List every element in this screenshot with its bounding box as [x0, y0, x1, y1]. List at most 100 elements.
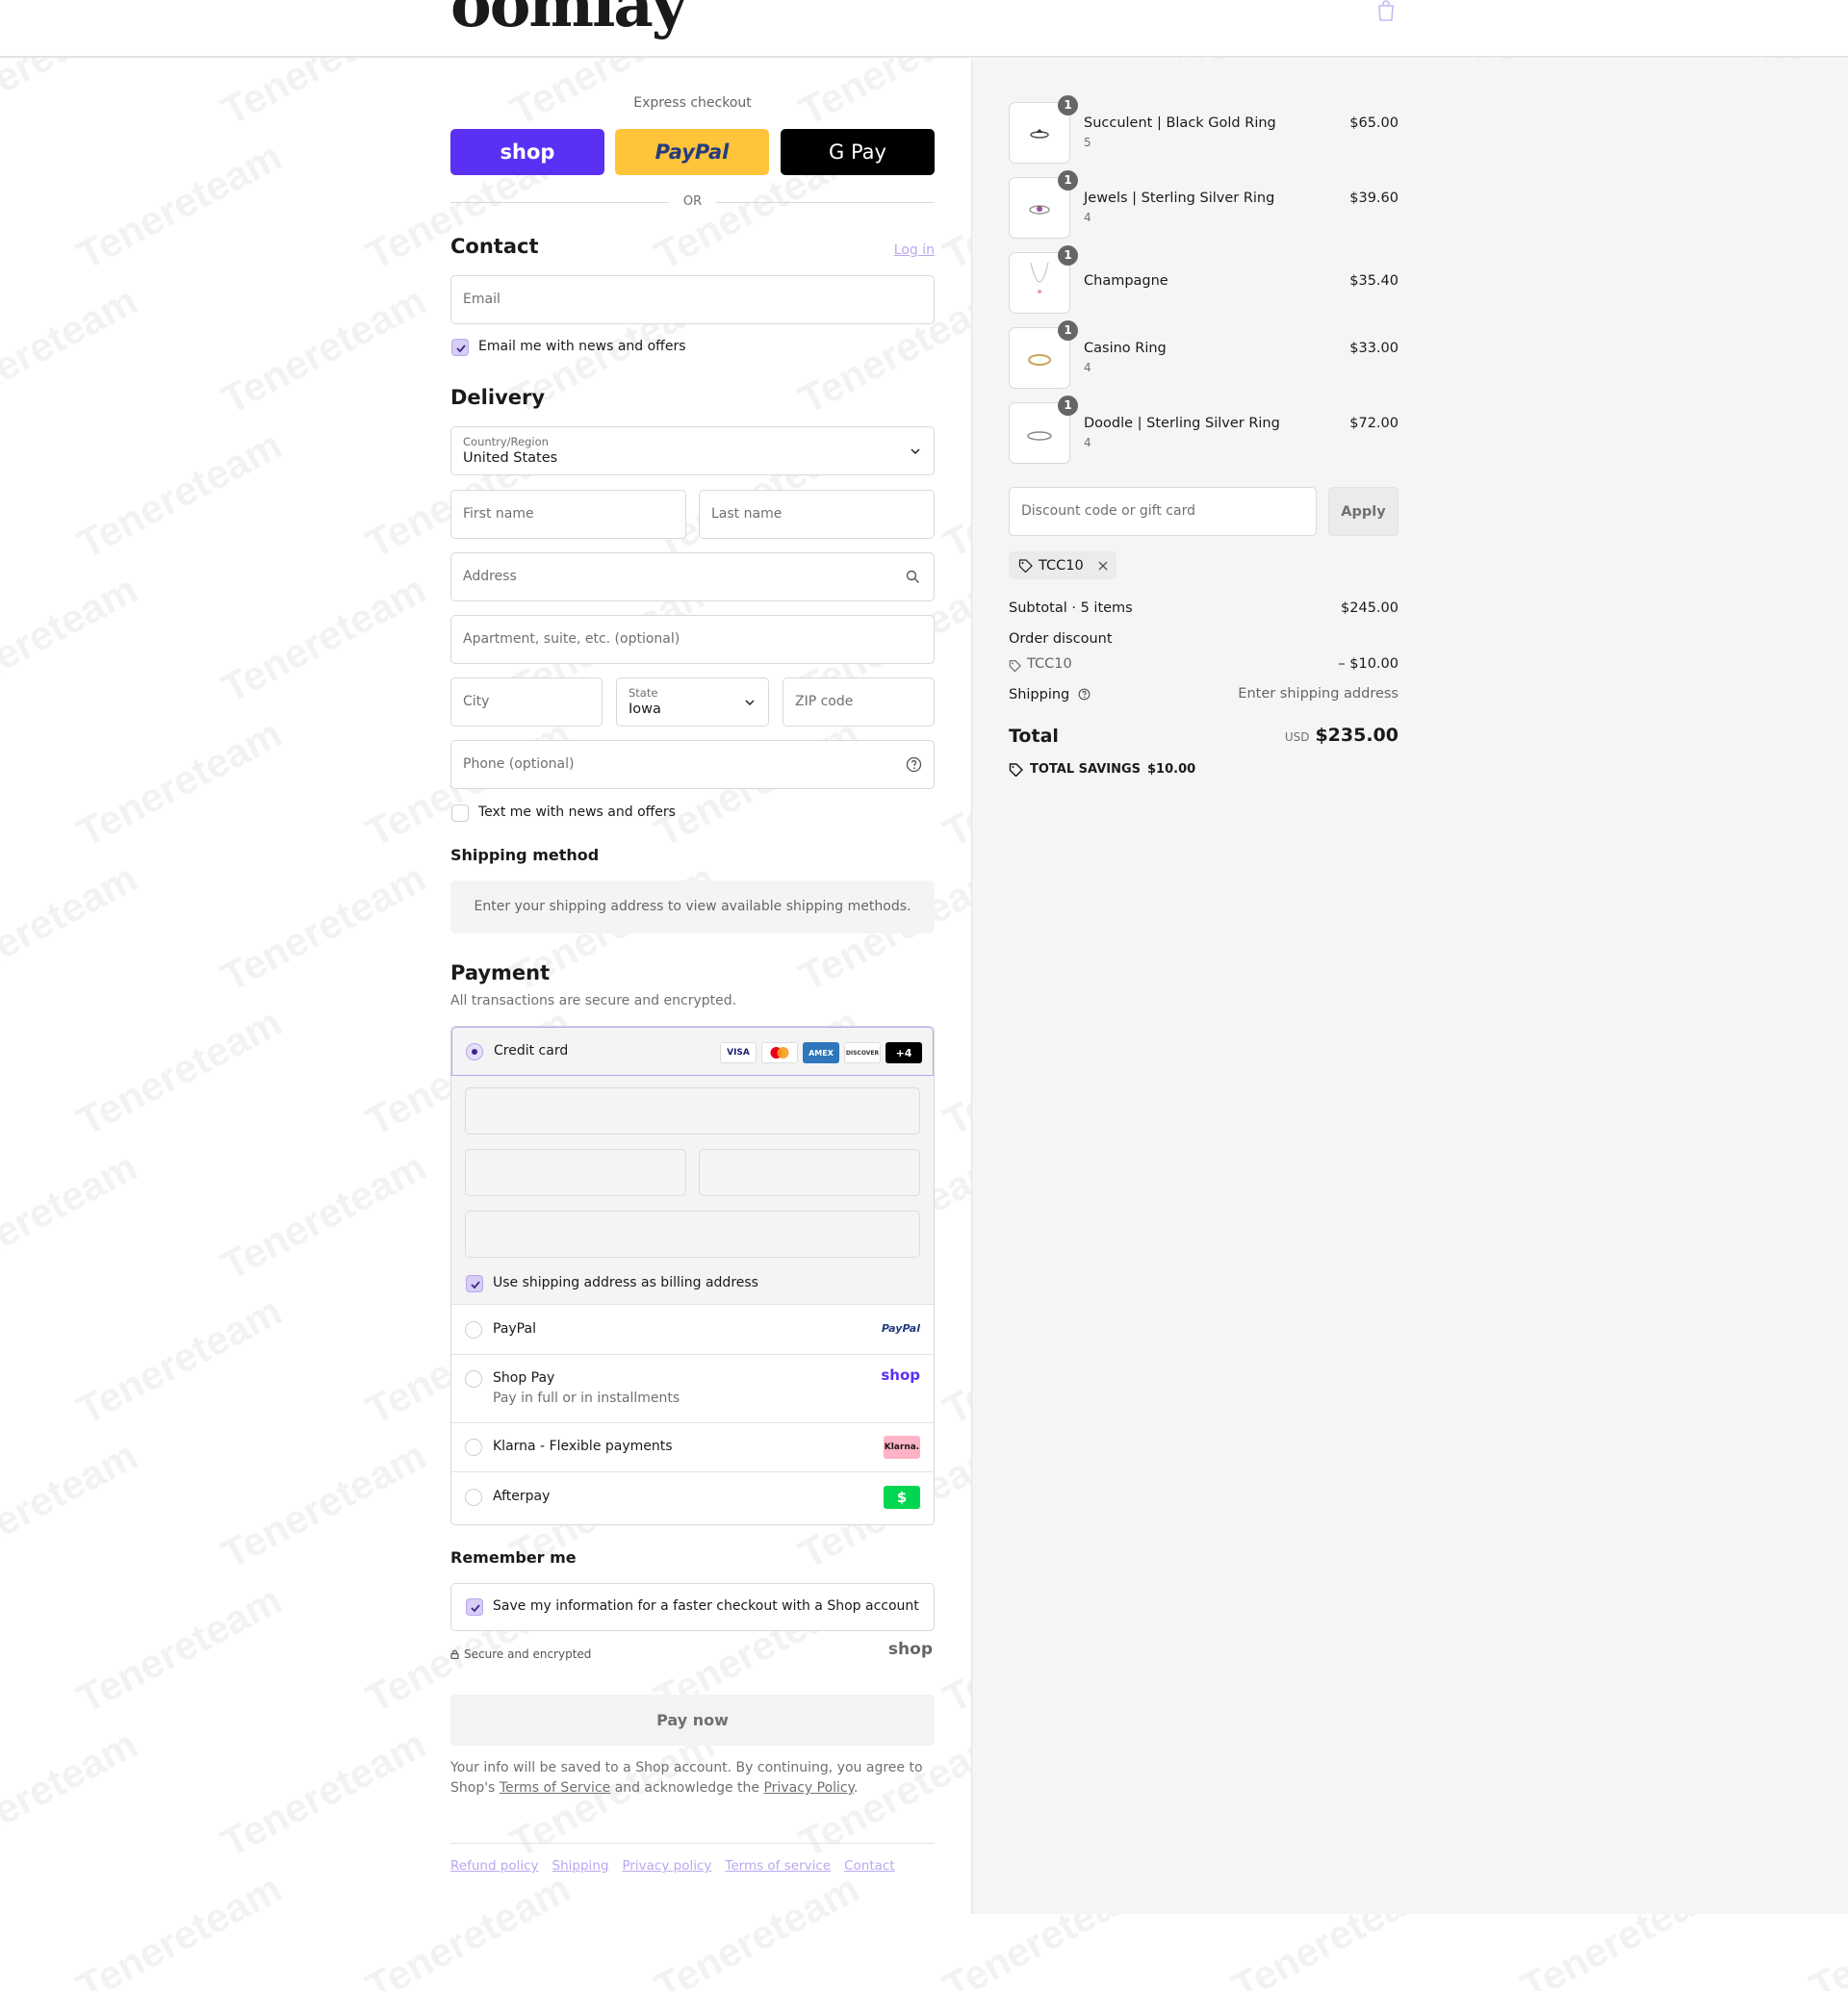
help-circle-icon[interactable] — [906, 756, 922, 773]
checkmark-icon — [456, 345, 466, 353]
express-checkout-title: Express checkout — [633, 95, 752, 111]
watermark-text: Tenereteam — [69, 1288, 289, 1433]
item-price: $72.00 — [1349, 416, 1399, 431]
save-info-label: Save my information for a faster checkou… — [493, 1598, 919, 1614]
watermark-text: Tenereteam — [214, 566, 433, 711]
apartment-field[interactable]: Apartment, suite, etc. (optional) — [450, 615, 935, 664]
help-circle-icon[interactable] — [1078, 688, 1091, 701]
terms-of-service-link[interactable]: Terms of Service — [500, 1780, 610, 1796]
more-cards-badge: +4 — [886, 1042, 922, 1063]
discount-placeholder: Discount code or gift card — [1021, 503, 1195, 519]
text-news-label: Text me with news and offers — [478, 804, 676, 820]
quantity-badge: 1 — [1058, 396, 1078, 416]
save-info-checkbox[interactable] — [466, 1598, 483, 1616]
first-name-field[interactable]: First name — [450, 490, 686, 539]
line-item: 1 Champagne $35.40 — [1009, 245, 1399, 314]
state-select[interactable]: State Iowa — [616, 677, 769, 727]
shop-logo: shop — [887, 1640, 933, 1659]
item-name: Jewels | Sterling Silver Ring — [1084, 191, 1275, 206]
item-variant: 4 — [1084, 211, 1091, 224]
footer-link-refund-policy[interactable]: Refund policy — [450, 1858, 539, 1874]
line-item: 1 Succulent | Black Gold Ring 5 $65.00 — [1009, 95, 1399, 164]
cash-app-afterpay-logo: $ — [884, 1486, 920, 1509]
lock-icon — [450, 1649, 459, 1659]
credit-card-radio[interactable] — [466, 1043, 483, 1060]
or-divider: OR — [450, 192, 935, 212]
afterpay-option[interactable]: Afterpay $ — [451, 1472, 934, 1524]
address-placeholder: Address — [463, 569, 517, 584]
shopping-bag-icon[interactable] — [1376, 0, 1396, 21]
klarna-option[interactable]: Klarna - Flexible payments Klarna. — [451, 1423, 934, 1472]
watermark-text: Tenereteam — [0, 566, 144, 711]
google-pay-express-button[interactable]: G Pay — [781, 129, 935, 175]
paypal-express-button[interactable]: PayPal — [615, 129, 769, 175]
paypal-label: PayPal — [654, 140, 730, 164]
shop-pay-radio[interactable] — [465, 1370, 482, 1388]
shop-pay-logo: shop — [881, 1366, 920, 1384]
shipping-method-placeholder: Enter your shipping address to view avai… — [450, 881, 935, 933]
city-field[interactable]: City — [450, 677, 603, 727]
paypal-radio[interactable] — [465, 1321, 482, 1339]
afterpay-label: Afterpay — [493, 1489, 551, 1504]
shop-pay-express-button[interactable]: shop — [450, 129, 604, 175]
total-row: Total USD $235.00 — [1009, 725, 1399, 747]
name-on-card-field[interactable] — [465, 1211, 920, 1258]
klarna-radio[interactable] — [465, 1439, 482, 1456]
phone-placeholder: Phone (optional) — [463, 756, 575, 772]
secure-note: Secure and encrypted — [450, 1647, 591, 1661]
shop-pay-sublabel: Pay in full or in installments — [493, 1391, 680, 1406]
shop-pay-option[interactable]: Shop Pay Pay in full or in installments … — [451, 1355, 934, 1423]
afterpay-radio[interactable] — [465, 1489, 482, 1506]
shop-pay-label: Shop Pay — [493, 1370, 555, 1386]
watermark-text: Tenereteam — [214, 1432, 433, 1577]
discount-detail-row: TCC10 – $10.00 — [1009, 656, 1399, 672]
chevron-down-icon — [911, 448, 920, 454]
paypal-option[interactable]: PayPal PayPal — [451, 1306, 934, 1355]
item-variant: 5 — [1084, 136, 1091, 149]
billing-address-checkbox[interactable] — [466, 1275, 483, 1292]
store-logo[interactable]: oomlay — [450, 0, 687, 37]
checkmark-icon — [471, 1281, 480, 1289]
chevron-down-icon — [745, 700, 755, 705]
quantity-badge: 1 — [1058, 95, 1078, 115]
email-news-checkbox[interactable] — [451, 339, 469, 356]
watermark-text: Tenereteam — [0, 1721, 144, 1866]
last-name-field[interactable]: Last name — [699, 490, 935, 539]
login-link[interactable]: Log in — [894, 242, 935, 258]
subtotal-row: Subtotal · 5 items $245.00 — [1009, 600, 1399, 616]
email-news-label: Email me with news and offers — [478, 339, 686, 354]
footer-link-privacy-policy[interactable]: Privacy policy — [622, 1858, 711, 1874]
credit-card-label: Credit card — [494, 1043, 569, 1059]
checkmark-icon — [471, 1604, 480, 1613]
watermark-text: Tenereteam — [69, 421, 289, 567]
item-name: Champagne — [1084, 273, 1168, 289]
footer-link-shipping[interactable]: Shipping — [552, 1858, 609, 1874]
text-news-checkbox[interactable] — [451, 804, 469, 822]
card-number-field[interactable] — [465, 1087, 920, 1135]
pay-now-button[interactable]: Pay now — [450, 1695, 935, 1746]
billing-address-label: Use shipping address as billing address — [493, 1275, 758, 1290]
payment-methods: Credit card VISA AMEX DISCOVER +4 Use sh… — [450, 1026, 935, 1525]
security-code-field[interactable] — [699, 1149, 920, 1196]
country-select[interactable]: Country/Region United States — [450, 426, 935, 475]
shipping-value: Enter shipping address — [1238, 686, 1399, 702]
currency-code: USD — [1284, 730, 1310, 744]
item-variant: 4 — [1084, 436, 1091, 449]
discount-code-field[interactable]: Discount code or gift card — [1009, 487, 1317, 536]
visa-icon: VISA — [720, 1042, 757, 1063]
footer-link-terms-of-service[interactable]: Terms of service — [725, 1858, 831, 1874]
zip-field[interactable]: ZIP code — [783, 677, 935, 727]
email-field[interactable]: Email — [450, 275, 935, 324]
quantity-badge: 1 — [1058, 320, 1078, 341]
expiration-field[interactable] — [465, 1149, 686, 1196]
close-icon[interactable] — [1097, 560, 1109, 572]
footer-link-contact[interactable]: Contact — [844, 1858, 895, 1874]
total-value: $235.00 — [1315, 725, 1399, 746]
address-field[interactable]: Address — [450, 552, 935, 601]
apply-discount-button[interactable]: Apply — [1328, 487, 1399, 536]
delivery-heading: Delivery — [450, 386, 546, 409]
phone-field[interactable]: Phone (optional) — [450, 740, 935, 789]
shop-pay-label: shop — [500, 140, 555, 164]
credit-card-option[interactable]: Credit card VISA AMEX DISCOVER +4 — [451, 1027, 934, 1076]
privacy-policy-link[interactable]: Privacy Policy — [763, 1780, 853, 1796]
